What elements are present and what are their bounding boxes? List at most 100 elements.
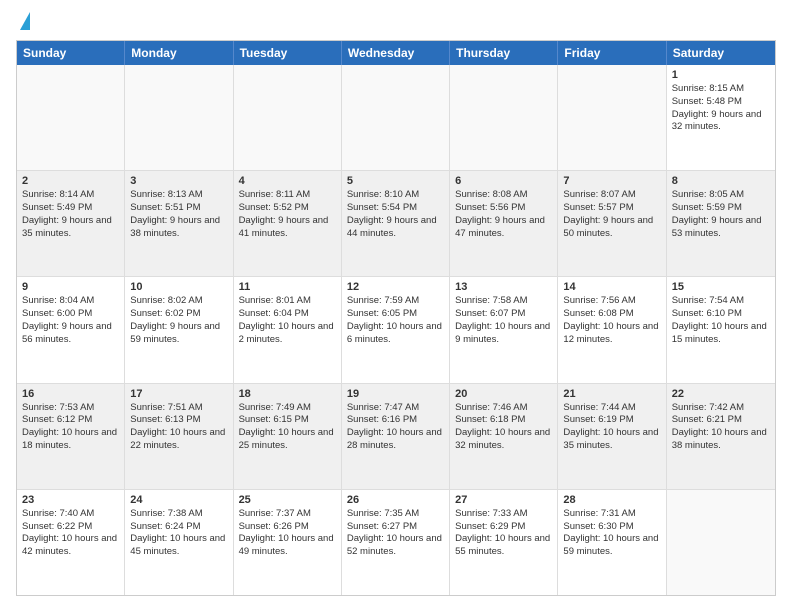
day-number: 27 bbox=[455, 494, 552, 506]
cell-info: Sunrise: 8:07 AM Sunset: 5:57 PM Dayligh… bbox=[563, 189, 660, 240]
day-number: 14 bbox=[563, 281, 660, 293]
calendar-week-4: 16 Sunrise: 7:53 AM Sunset: 6:12 PM Dayli… bbox=[17, 384, 775, 490]
day-number: 20 bbox=[455, 388, 552, 400]
calendar-cell bbox=[667, 490, 775, 595]
cell-info: Sunrise: 8:08 AM Sunset: 5:56 PM Dayligh… bbox=[455, 189, 552, 240]
calendar-cell: 26 Sunrise: 7:35 AM Sunset: 6:27 PM Dayli… bbox=[342, 490, 450, 595]
calendar-cell: 14 Sunrise: 7:56 AM Sunset: 6:08 PM Dayli… bbox=[558, 277, 666, 382]
cell-info: Sunrise: 7:35 AM Sunset: 6:27 PM Dayligh… bbox=[347, 508, 444, 559]
calendar-cell: 10 Sunrise: 8:02 AM Sunset: 6:02 PM Dayli… bbox=[125, 277, 233, 382]
calendar-cell: 15Sunrise: 7:54 AM Sunset: 6:10 PM Dayli… bbox=[667, 277, 775, 382]
day-number: 17 bbox=[130, 388, 227, 400]
calendar-header: SundayMondayTuesdayWednesdayThursdayFrid… bbox=[17, 41, 775, 65]
cell-info: Sunrise: 8:14 AM Sunset: 5:49 PM Dayligh… bbox=[22, 189, 119, 240]
calendar-cell: 9 Sunrise: 8:04 AM Sunset: 6:00 PM Daylig… bbox=[17, 277, 125, 382]
cell-info: Sunrise: 8:02 AM Sunset: 6:02 PM Dayligh… bbox=[130, 295, 227, 346]
cell-info: Sunrise: 7:53 AM Sunset: 6:12 PM Dayligh… bbox=[22, 402, 119, 453]
cell-info: Sunrise: 7:33 AM Sunset: 6:29 PM Dayligh… bbox=[455, 508, 552, 559]
cell-info: Sunrise: 8:15 AM Sunset: 5:48 PM Dayligh… bbox=[672, 83, 770, 134]
calendar-cell: 27 Sunrise: 7:33 AM Sunset: 6:29 PM Dayli… bbox=[450, 490, 558, 595]
day-number: 24 bbox=[130, 494, 227, 506]
calendar-cell bbox=[234, 65, 342, 170]
calendar-cell: 18Sunrise: 7:49 AM Sunset: 6:15 PM Dayli… bbox=[234, 384, 342, 489]
calendar-cell: 22Sunrise: 7:42 AM Sunset: 6:21 PM Dayli… bbox=[667, 384, 775, 489]
calendar-cell: 19Sunrise: 7:47 AM Sunset: 6:16 PM Dayli… bbox=[342, 384, 450, 489]
cell-info: Sunrise: 7:37 AM Sunset: 6:26 PM Dayligh… bbox=[239, 508, 336, 559]
calendar-cell: 5 Sunrise: 8:10 AM Sunset: 5:54 PM Daylig… bbox=[342, 171, 450, 276]
day-number: 10 bbox=[130, 281, 227, 293]
day-number: 12 bbox=[347, 281, 444, 293]
calendar-cell: 3 Sunrise: 8:13 AM Sunset: 5:51 PM Daylig… bbox=[125, 171, 233, 276]
calendar-week-3: 9 Sunrise: 8:04 AM Sunset: 6:00 PM Daylig… bbox=[17, 277, 775, 383]
cell-info: Sunrise: 7:44 AM Sunset: 6:19 PM Dayligh… bbox=[563, 402, 660, 453]
cell-info: Sunrise: 8:11 AM Sunset: 5:52 PM Dayligh… bbox=[239, 189, 336, 240]
day-number: 11 bbox=[239, 281, 336, 293]
day-number: 25 bbox=[239, 494, 336, 506]
cell-info: Sunrise: 8:10 AM Sunset: 5:54 PM Dayligh… bbox=[347, 189, 444, 240]
calendar-body: 1 Sunrise: 8:15 AM Sunset: 5:48 PM Daylig… bbox=[17, 65, 775, 595]
cell-info: Sunrise: 7:58 AM Sunset: 6:07 PM Dayligh… bbox=[455, 295, 552, 346]
day-number: 23 bbox=[22, 494, 119, 506]
calendar-cell: 24 Sunrise: 7:38 AM Sunset: 6:24 PM Dayli… bbox=[125, 490, 233, 595]
day-number: 19 bbox=[347, 388, 444, 400]
calendar-cell: 17 Sunrise: 7:51 AM Sunset: 6:13 PM Dayli… bbox=[125, 384, 233, 489]
day-of-week-friday: Friday bbox=[558, 41, 666, 65]
day-number: 22 bbox=[672, 388, 770, 400]
cell-info: Sunrise: 8:04 AM Sunset: 6:00 PM Dayligh… bbox=[22, 295, 119, 346]
day-number: 5 bbox=[347, 175, 444, 187]
calendar-week-5: 23 Sunrise: 7:40 AM Sunset: 6:22 PM Dayli… bbox=[17, 490, 775, 595]
calendar-cell: 28 Sunrise: 7:31 AM Sunset: 6:30 PM Dayli… bbox=[558, 490, 666, 595]
cell-info: Sunrise: 7:38 AM Sunset: 6:24 PM Dayligh… bbox=[130, 508, 227, 559]
calendar-cell: 1 Sunrise: 8:15 AM Sunset: 5:48 PM Daylig… bbox=[667, 65, 775, 170]
day-number: 6 bbox=[455, 175, 552, 187]
logo-text bbox=[16, 16, 30, 30]
day-of-week-sunday: Sunday bbox=[17, 41, 125, 65]
day-of-week-monday: Monday bbox=[125, 41, 233, 65]
day-number: 3 bbox=[130, 175, 227, 187]
calendar-cell: 2 Sunrise: 8:14 AM Sunset: 5:49 PM Daylig… bbox=[17, 171, 125, 276]
calendar-cell: 13 Sunrise: 7:58 AM Sunset: 6:07 PM Dayli… bbox=[450, 277, 558, 382]
cell-info: Sunrise: 8:13 AM Sunset: 5:51 PM Dayligh… bbox=[130, 189, 227, 240]
cell-info: Sunrise: 7:51 AM Sunset: 6:13 PM Dayligh… bbox=[130, 402, 227, 453]
page: SundayMondayTuesdayWednesdayThursdayFrid… bbox=[0, 0, 792, 612]
calendar-cell: 8 Sunrise: 8:05 AM Sunset: 5:59 PM Daylig… bbox=[667, 171, 775, 276]
calendar-cell: 6 Sunrise: 8:08 AM Sunset: 5:56 PM Daylig… bbox=[450, 171, 558, 276]
logo-triangle-icon bbox=[20, 12, 30, 30]
day-of-week-tuesday: Tuesday bbox=[234, 41, 342, 65]
calendar-cell bbox=[558, 65, 666, 170]
day-number: 8 bbox=[672, 175, 770, 187]
day-number: 7 bbox=[563, 175, 660, 187]
day-number: 16 bbox=[22, 388, 119, 400]
cell-info: Sunrise: 7:54 AM Sunset: 6:10 PM Dayligh… bbox=[672, 295, 770, 346]
calendar-cell bbox=[342, 65, 450, 170]
day-number: 21 bbox=[563, 388, 660, 400]
calendar-cell bbox=[17, 65, 125, 170]
calendar-week-1: 1 Sunrise: 8:15 AM Sunset: 5:48 PM Daylig… bbox=[17, 65, 775, 171]
calendar-cell: 7 Sunrise: 8:07 AM Sunset: 5:57 PM Daylig… bbox=[558, 171, 666, 276]
calendar-cell: 4 Sunrise: 8:11 AM Sunset: 5:52 PM Daylig… bbox=[234, 171, 342, 276]
calendar-cell: 12 Sunrise: 7:59 AM Sunset: 6:05 PM Dayli… bbox=[342, 277, 450, 382]
calendar-cell: 16 Sunrise: 7:53 AM Sunset: 6:12 PM Dayli… bbox=[17, 384, 125, 489]
calendar-cell: 25 Sunrise: 7:37 AM Sunset: 6:26 PM Dayli… bbox=[234, 490, 342, 595]
calendar-cell: 21 Sunrise: 7:44 AM Sunset: 6:19 PM Dayli… bbox=[558, 384, 666, 489]
day-number: 4 bbox=[239, 175, 336, 187]
cell-info: Sunrise: 7:59 AM Sunset: 6:05 PM Dayligh… bbox=[347, 295, 444, 346]
day-number: 2 bbox=[22, 175, 119, 187]
cell-info: Sunrise: 7:31 AM Sunset: 6:30 PM Dayligh… bbox=[563, 508, 660, 559]
cell-info: Sunrise: 8:05 AM Sunset: 5:59 PM Dayligh… bbox=[672, 189, 770, 240]
calendar-cell: 11Sunrise: 8:01 AM Sunset: 6:04 PM Dayli… bbox=[234, 277, 342, 382]
cell-info: Sunrise: 7:56 AM Sunset: 6:08 PM Dayligh… bbox=[563, 295, 660, 346]
cell-info: Sunrise: 7:46 AM Sunset: 6:18 PM Dayligh… bbox=[455, 402, 552, 453]
day-number: 13 bbox=[455, 281, 552, 293]
calendar: SundayMondayTuesdayWednesdayThursdayFrid… bbox=[16, 40, 776, 596]
day-number: 28 bbox=[563, 494, 660, 506]
day-number: 26 bbox=[347, 494, 444, 506]
cell-info: Sunrise: 7:40 AM Sunset: 6:22 PM Dayligh… bbox=[22, 508, 119, 559]
calendar-cell bbox=[450, 65, 558, 170]
day-number: 9 bbox=[22, 281, 119, 293]
logo bbox=[16, 16, 30, 30]
day-of-week-wednesday: Wednesday bbox=[342, 41, 450, 65]
day-of-week-saturday: Saturday bbox=[667, 41, 775, 65]
day-number: 1 bbox=[672, 69, 770, 81]
header bbox=[16, 16, 776, 30]
